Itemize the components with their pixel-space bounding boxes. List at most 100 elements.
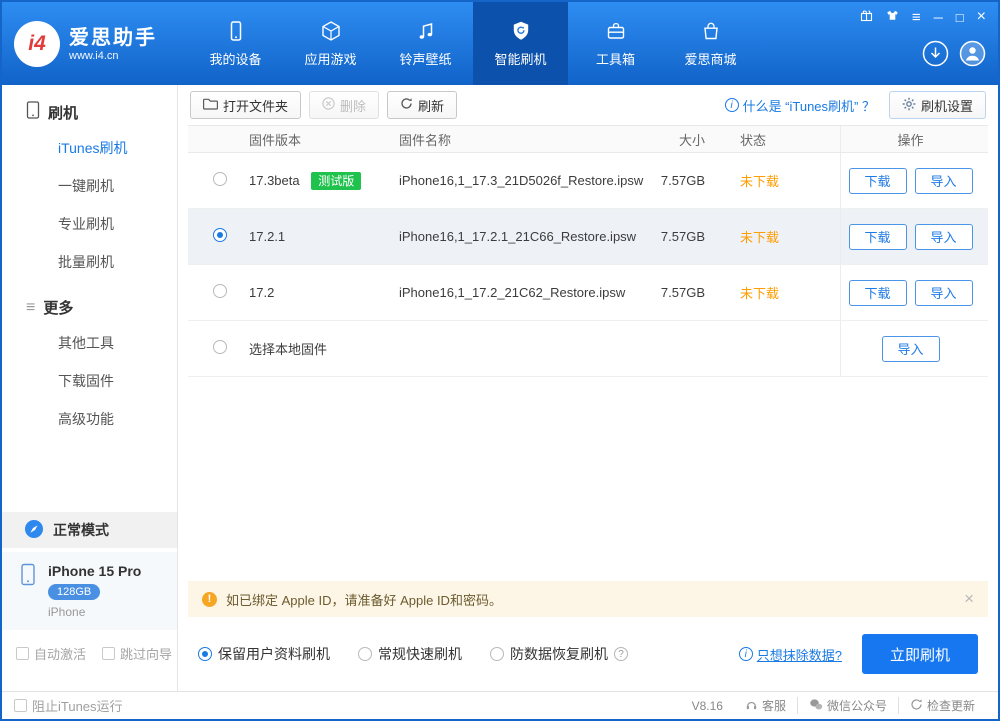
checkbox-label: 自动激活 [34,647,87,662]
beta-badge: 测试版 [311,172,362,190]
warning-close-icon[interactable]: × [964,589,974,609]
radio-icon [358,647,372,661]
firmware-status: 未下载 [740,286,780,301]
main-menu-icon[interactable]: ≡ [912,10,921,25]
block-itunes-checkbox[interactable]: 阻止iTunes运行 [14,696,123,715]
sidebar-item-advanced[interactable]: 高级功能 [2,400,177,438]
link-label: 只想抹除数据? [756,647,842,663]
menu-lines-icon: ≡ [26,298,36,316]
nav-toolbox[interactable]: 工具箱 [568,2,663,85]
main-nav: 我的设备 应用游戏 铃声壁纸 智能刷机 工具箱 爱思商城 [188,2,758,85]
delete-button[interactable]: 删除 [309,91,380,119]
wechat-link[interactable]: 微信公众号 [796,697,898,714]
checkbox-icon [102,647,116,660]
button-label: 刷新 [418,98,445,114]
shopping-bag-icon [700,20,722,42]
auto-activate-checkbox[interactable]: 自动激活 [16,644,86,663]
firmware-status: 未下载 [740,174,780,189]
checkbox-label: 阻止iTunes运行 [32,699,123,714]
keep-data-flash-radio[interactable]: 保留用户资料刷机 [198,644,330,664]
col-version: 固件版本 [249,132,302,148]
radio-icon [198,647,212,661]
flash-settings-button[interactable]: 刷机设置 [888,91,986,119]
firmware-radio[interactable] [213,228,227,242]
skip-setup-checkbox[interactable]: 跳过向导 [102,644,172,663]
link-label: 微信公众号 [826,699,887,713]
nav-my-devices[interactable]: 我的设备 [188,2,283,85]
minimize-icon[interactable]: ─ [934,11,943,24]
folder-icon [203,97,218,113]
firmware-version: 17.2.1 [249,229,286,244]
checkbox-label: 跳过向导 [120,647,173,662]
device-card: iPhone 15 Pro 128GB iPhone [2,552,177,630]
gift-icon[interactable] [860,9,873,25]
app-window: i4 爱思助手 www.i4.cn 我的设备 应用游戏 铃声壁纸 智能刷机 工具… [0,0,1000,721]
phone-icon [225,20,247,42]
window-controls: ≡ ─ □ × [860,9,986,25]
firmware-table: 固件版本 固件名称 大小 状态 操作 17.3beta 测试版 iPhone16… [188,125,988,377]
header-quick-actions [922,40,986,67]
sidebar-item-other-tools[interactable]: 其他工具 [2,324,177,362]
local-firmware-label: 选择本地固件 [249,342,328,357]
nav-ringtones-wallpapers[interactable]: 铃声壁纸 [378,2,473,85]
nav-label: 爱思商城 [684,51,737,67]
sidebar-item-batch-flash[interactable]: 批量刷机 [2,243,177,281]
user-account-icon[interactable] [959,40,986,67]
sidebar-item-onekey-flash[interactable]: 一键刷机 [2,167,177,205]
theme-skin-icon[interactable] [886,9,899,25]
normal-fast-flash-radio[interactable]: 常规快速刷机 [358,644,462,664]
sidebar-section-flash: 刷机 [26,101,177,123]
firmware-radio[interactable] [213,172,227,186]
support-link[interactable]: 客服 [734,697,797,714]
import-button[interactable]: 导入 [914,223,973,250]
check-update-link[interactable]: 检查更新 [897,697,986,714]
sidebar-item-pro-flash[interactable]: 专业刷机 [2,205,177,243]
device-name: iPhone 15 Pro [48,563,142,579]
firmware-radio[interactable] [213,340,227,354]
erase-data-link[interactable]: i 只想抹除数据? [738,645,842,664]
close-icon[interactable]: × [977,9,986,25]
info-circle-icon: i [738,647,753,661]
col-actions: 操作 [840,126,980,152]
download-button[interactable]: 下载 [848,223,907,250]
download-button[interactable]: 下载 [848,279,907,306]
sidebar-item-download-firmware[interactable]: 下载固件 [2,362,177,400]
what-is-itunes-flash-link[interactable]: i 什么是 “iTunes刷机” ？ [724,96,875,115]
section-title: 更多 [43,300,74,317]
refresh-button[interactable]: 刷新 [387,91,458,119]
help-circle-icon[interactable]: ? [614,647,628,661]
table-header: 固件版本 固件名称 大小 状态 操作 [188,125,988,153]
checkbox-icon [14,699,27,712]
table-row[interactable]: 17.2.1 iPhone16,1_17.2.1_21C66_Restore.i… [188,209,988,265]
sidebar-item-itunes-flash[interactable]: iTunes刷机 [2,129,177,167]
toolbox-icon [605,20,627,42]
import-button[interactable]: 导入 [914,279,973,306]
firmware-version: 17.2 [249,285,275,300]
delete-circle-icon [322,97,335,113]
device-mode-indicator[interactable]: 正常模式 [2,512,177,548]
status-bar: 阻止iTunes运行 V8.16 客服 微信公众号 检查更新 [2,691,998,719]
nav-smart-flash[interactable]: 智能刷机 [473,2,568,85]
link-label: 检查更新 [926,699,975,713]
col-size: 大小 [678,132,705,148]
download-manager-icon[interactable] [922,40,949,67]
open-folder-button[interactable]: 打开文件夹 [190,91,302,119]
apple-id-warning-bar: ! 如已绑定 Apple ID，请准备好 Apple ID和密码。 × [188,581,988,617]
nav-label: 工具箱 [595,51,635,67]
nav-label: 智能刷机 [494,51,547,67]
table-row[interactable]: 17.3beta 测试版 iPhone16,1_17.3_21D5026f_Re… [188,153,988,209]
nav-apps-games[interactable]: 应用游戏 [283,2,378,85]
main-content: 打开文件夹 删除 刷新 i 什么是 “iTunes刷机” ？ 刷机设置 固件版本… [178,85,998,691]
nav-store[interactable]: 爱思商城 [663,2,758,85]
maximize-icon[interactable]: □ [956,11,964,24]
anti-recovery-flash-radio[interactable]: 防数据恢复刷机 ? [490,644,628,664]
table-row[interactable]: 17.2 iPhone16,1_17.2_21C62_Restore.ipsw … [188,265,988,321]
flash-now-button[interactable]: 立即刷机 [862,634,978,674]
firmware-size: 7.57GB [660,229,705,244]
import-button[interactable]: 导入 [914,167,973,194]
link-label: 客服 [761,699,786,713]
download-button[interactable]: 下载 [848,167,907,194]
import-button[interactable]: 导入 [881,335,940,362]
table-row-local-firmware[interactable]: 选择本地固件 导入 [188,321,988,377]
firmware-radio[interactable] [213,284,227,298]
